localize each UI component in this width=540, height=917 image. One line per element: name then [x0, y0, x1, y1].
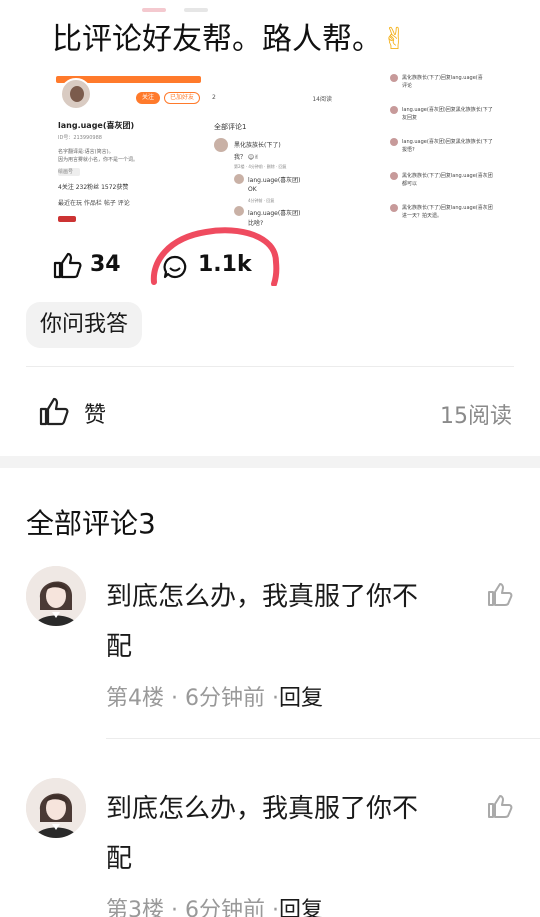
meta-separator: ·	[164, 686, 185, 711]
red-circle-annotation	[150, 227, 280, 286]
tab-indicator	[140, 0, 210, 12]
follow-badge: 关注	[136, 92, 160, 104]
section-divider	[0, 456, 540, 468]
comment-text: 到底怎么办，我真服了你不配	[106, 582, 419, 662]
embed-all-comments: 全部评论1	[214, 123, 247, 131]
read-count: 15阅读	[440, 404, 512, 429]
reply-button[interactable]: 回复	[279, 686, 323, 711]
profile-stats: 4关注 232粉丝 1572获赞	[58, 184, 129, 191]
thumbs-up-icon	[53, 252, 82, 279]
embed-reply-avatar	[234, 174, 244, 184]
embed-comment-text: 我？ ☺✌	[234, 154, 260, 161]
profile-uid: ID号：213990988	[58, 135, 102, 141]
avatar-illustration	[26, 566, 86, 626]
profile-username: lang.uage(喜灰团)	[58, 121, 135, 130]
profile-bio-2: 因为用言雾就小名，你不是一个词。	[58, 157, 139, 163]
game-thumbnail	[58, 216, 76, 222]
embed-like-count: 2	[212, 94, 216, 101]
profile-tag: 绘画号	[58, 168, 80, 176]
embed-commenter-avatar	[214, 138, 228, 152]
meta-separator: ·	[264, 686, 279, 711]
comment-meta: 第3楼 · 6分钟前 ·回复	[106, 892, 323, 917]
comment-floor: 第4楼	[106, 686, 164, 711]
embed-reply-avatar-2	[234, 206, 244, 216]
meta-separator: ·	[164, 898, 185, 917]
thumbs-up-outline-icon[interactable]	[486, 580, 514, 608]
comment-divider	[106, 738, 540, 739]
embed-commenter-name: 黑化族族长(下了)	[234, 142, 281, 149]
victory-hand-emoji: ✌	[382, 22, 408, 57]
comment-meta: 第4楼 · 6分钟前 ·回复	[106, 680, 323, 712]
profile-tabs: 最近在玩 作品栏 帖子 评论	[58, 200, 130, 207]
topic-chip[interactable]: 你问我答	[26, 302, 143, 348]
profile-bio-1: 名字翻译是:语言(简言)。	[58, 149, 114, 155]
reply-button[interactable]: 回复	[279, 898, 323, 917]
comment-time: 6分钟前	[184, 686, 265, 711]
like-button-label[interactable]: 赞	[84, 397, 106, 429]
profile-avatar	[60, 78, 92, 110]
comments-heading: 全部评论3	[26, 507, 156, 540]
embed-reply-meta: 4分钟前 · 回复	[248, 198, 275, 203]
tab-indicator-active	[142, 8, 166, 12]
embed-reply-name-2: lang.uage(喜灰团)	[248, 210, 301, 217]
add-friend-badge: 已加好友	[164, 92, 200, 104]
meta-separator: ·	[264, 898, 279, 917]
avatar[interactable]	[26, 778, 86, 838]
embed-comment-meta: 第2楼 · 4分钟前 · 删除 · 回复	[234, 164, 287, 169]
embed-read-count: 14阅读	[312, 96, 332, 103]
thumbs-up-icon[interactable]	[38, 395, 70, 427]
divider	[26, 366, 514, 367]
embed-reply-text: OK	[248, 186, 257, 193]
embed-reply-name: lang.uage(喜灰团)	[248, 177, 301, 184]
embedded-profile-panel: 关注 已加好友 lang.uage(喜灰团) ID号：213990988 名字翻…	[52, 72, 202, 222]
comment-text: 到底怎么办，我真服了你不配	[106, 794, 419, 874]
avatar-illustration	[26, 778, 86, 838]
post-title-text: 比评论好友帮。路人帮。	[52, 22, 382, 57]
comment-floor: 第3楼	[106, 898, 164, 917]
tab-indicator-inactive	[184, 8, 208, 12]
comment-time: 6分钟前	[184, 898, 265, 917]
embedded-replies-panel: 黑化族族长(下了)回复lang.uage(喜 评论 lang.uage(喜灰团)回…	[390, 72, 512, 232]
embed-like-number: 34	[90, 252, 121, 277]
post-title: 比评论好友帮。路人帮。✌	[52, 18, 407, 62]
avatar[interactable]	[26, 566, 86, 626]
thumbs-up-outline-icon[interactable]	[486, 792, 514, 820]
